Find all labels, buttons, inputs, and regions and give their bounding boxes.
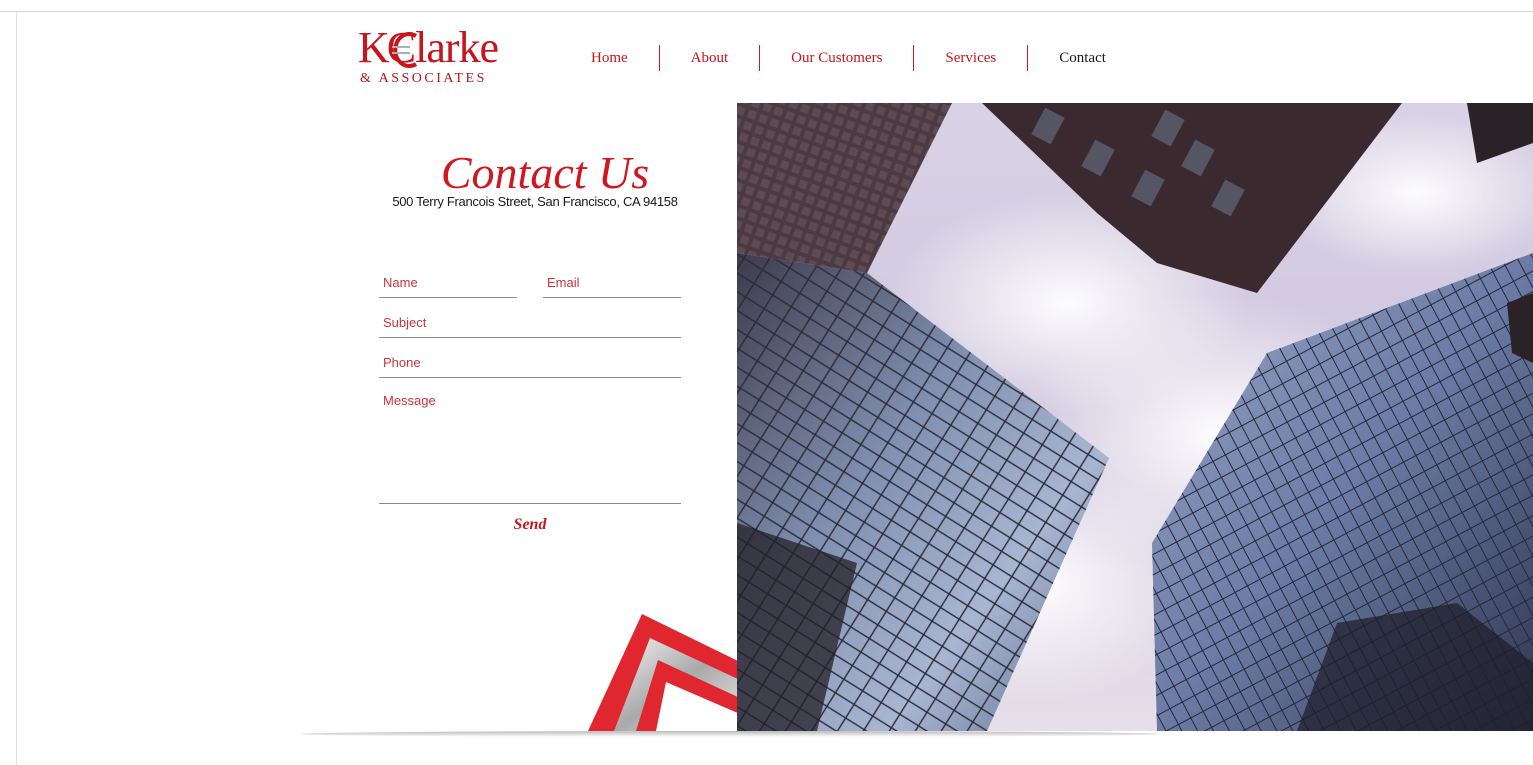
hero-image xyxy=(737,103,1533,731)
nav-home[interactable]: Home xyxy=(560,45,659,71)
content-shadow xyxy=(300,731,1160,737)
send-button[interactable]: Send xyxy=(490,512,570,538)
nav-our-customers[interactable]: Our Customers xyxy=(760,45,913,71)
message-field[interactable] xyxy=(379,392,681,504)
main-nav: Home About Our Customers Services Contac… xyxy=(560,45,1137,71)
top-divider xyxy=(0,11,1533,12)
logo[interactable]: KClarke & ASSOCIATES xyxy=(358,26,518,90)
email-field[interactable] xyxy=(543,270,681,298)
nav-contact[interactable]: Contact xyxy=(1028,45,1137,71)
contact-address: 500 Terry Francois Street, San Francisco… xyxy=(392,194,678,209)
nav-about[interactable]: About xyxy=(660,45,760,71)
phone-field[interactable] xyxy=(379,350,681,378)
name-field[interactable] xyxy=(379,270,517,298)
logo-wordmark: KClarke xyxy=(358,23,499,72)
logo-tagline: & ASSOCIATES xyxy=(360,71,487,86)
corner-decoration-icon xyxy=(588,614,740,731)
page: KClarke & ASSOCIATES Home About Our Cust… xyxy=(0,0,1533,765)
logo-initial: K xyxy=(358,23,390,72)
skyscrapers-photo-icon xyxy=(737,103,1533,731)
contact-title: Contact Us xyxy=(440,147,650,198)
subject-field[interactable] xyxy=(379,310,681,338)
nav-services[interactable]: Services xyxy=(914,45,1027,71)
left-divider xyxy=(16,12,17,765)
euro-sign-icon xyxy=(392,32,418,68)
